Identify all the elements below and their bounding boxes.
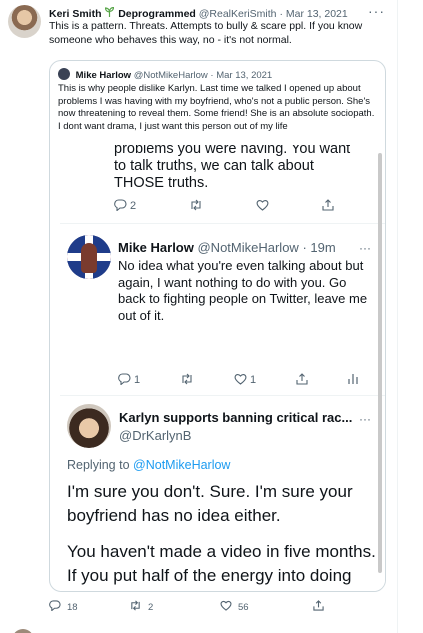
screenshot-divider xyxy=(60,223,385,224)
fragment-reply-count: 2 xyxy=(130,200,137,212)
mike-header: Mike Harlow @NotMikeHarlow · 19m xyxy=(118,240,336,255)
tweet-date[interactable]: Mar 13, 2021 xyxy=(286,8,348,20)
heart-icon xyxy=(220,600,232,614)
tweet-text: This is a pattern. Threats. Attempts to … xyxy=(49,20,363,46)
screenshot-scrollbar xyxy=(378,153,382,573)
fragment-reply: 2 xyxy=(114,199,136,213)
mike-reply-count: 1 xyxy=(134,374,141,386)
retweet-count: 2 xyxy=(148,601,154,613)
more-options-icon[interactable]: ··· xyxy=(368,3,385,19)
quote-text: This is why people dislike Karlyn. Last … xyxy=(58,83,375,132)
mike-reply-text: No idea what you're even talking about b… xyxy=(118,258,368,323)
like-button[interactable]: 56 xyxy=(220,600,313,614)
tweet-header: Keri Smith Deprogrammed @RealKeriSmith ·… xyxy=(49,6,375,21)
reply-count: 18 xyxy=(67,601,78,613)
author-avatar[interactable] xyxy=(8,5,41,38)
retweet-icon xyxy=(189,199,203,213)
karlyn-name: Karlyn supports banning critical rac... xyxy=(119,410,353,425)
karlyn-handle: @DrKarlynB xyxy=(119,428,192,443)
quoted-tweet[interactable]: Mike Harlow @NotMikeHarlow · Mar 13, 202… xyxy=(49,60,386,592)
author-tag: Deprogrammed xyxy=(118,8,196,20)
quote-author-handle: @NotMikeHarlow xyxy=(133,70,208,81)
sprout-icon xyxy=(105,6,117,20)
reply-icon xyxy=(118,373,131,387)
retweet-icon xyxy=(129,600,142,614)
mike-handle: @NotMikeHarlow xyxy=(197,240,299,255)
replying-to-label: Replying to xyxy=(67,458,130,472)
tweet-actions: 18 2 56 xyxy=(49,600,339,614)
replying-to-handle: @NotMikeHarlow xyxy=(133,458,231,472)
mike-avatar xyxy=(67,235,111,279)
analytics-icon xyxy=(348,373,358,387)
author-name[interactable]: Keri Smith xyxy=(49,8,102,20)
author-handle[interactable]: @RealKeriSmith xyxy=(199,8,277,20)
retweet-button[interactable]: 2 xyxy=(129,600,220,614)
mike-name: Mike Harlow xyxy=(118,240,194,255)
next-tweet-peek[interactable] xyxy=(0,627,398,633)
date-separator: · xyxy=(279,8,283,20)
tweet[interactable]: Keri Smith Deprogrammed @RealKeriSmith ·… xyxy=(0,0,398,633)
karlyn-text-paragraph-1: I'm sure you don't. Sure. I'm sure your … xyxy=(67,482,353,525)
mike-like-count: 1 xyxy=(250,374,257,386)
quote-author-avatar xyxy=(58,68,70,80)
quote-author-name: Mike Harlow xyxy=(75,70,132,81)
share-button[interactable] xyxy=(313,600,324,614)
karlyn-avatar xyxy=(67,404,111,448)
reply-button[interactable]: 18 xyxy=(49,600,129,614)
screenshot-fragment-text: problems you were having. You want to ta… xyxy=(114,145,351,191)
heart-icon xyxy=(256,199,269,213)
like-count: 56 xyxy=(238,601,249,613)
karlyn-text-paragraph-2: You haven't made a video in five months.… xyxy=(67,542,376,591)
mike-actions: 1 1 xyxy=(118,373,358,387)
attached-screenshot[interactable]: problems you were having. You want to ta… xyxy=(60,145,385,591)
mike-more-icon: ··· xyxy=(359,241,371,255)
share-icon xyxy=(322,199,334,213)
karlyn-more-icon: ··· xyxy=(359,412,371,426)
screenshot-divider-2 xyxy=(60,395,385,396)
retweet-icon xyxy=(180,373,194,387)
share-icon xyxy=(296,373,308,387)
share-icon xyxy=(313,600,324,614)
next-tweet-avatar[interactable] xyxy=(12,629,34,633)
quote-date-separator: · xyxy=(210,70,214,81)
replying-to-line: Replying to @NotMikeHarlow xyxy=(67,458,230,472)
fragment-actions: 2 xyxy=(114,199,334,213)
reply-icon xyxy=(114,199,127,213)
mike-time: 19m xyxy=(310,240,336,255)
heart-icon xyxy=(234,373,247,387)
reply-icon xyxy=(49,600,61,614)
quote-date: Mar 13, 2021 xyxy=(216,70,273,81)
quote-header: Mike Harlow @NotMikeHarlow · Mar 13, 202… xyxy=(58,68,272,81)
